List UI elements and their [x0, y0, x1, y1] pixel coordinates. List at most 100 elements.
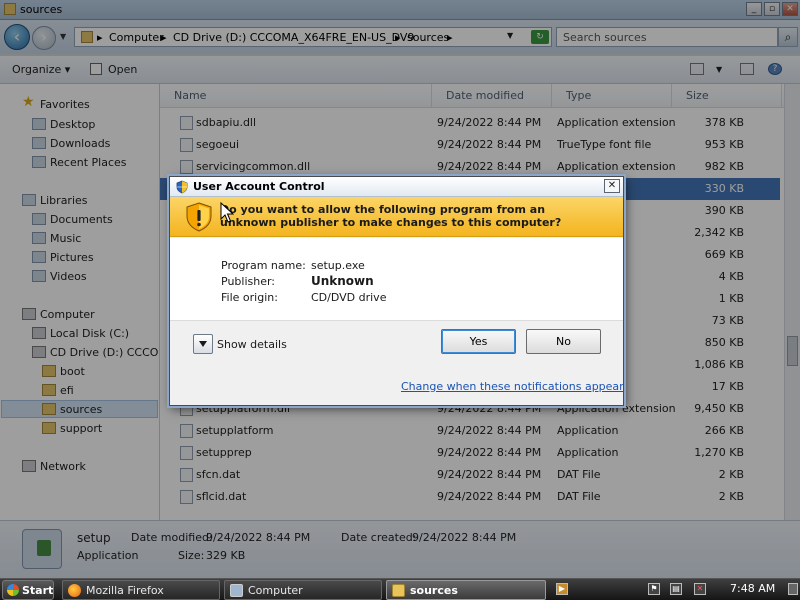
start-label: Start — [22, 584, 54, 597]
file-size: 1,086 KB — [694, 358, 744, 371]
file-row[interactable]: sflcid.dat 9/24/2022 8:44 PM DAT File 2 KB — [160, 486, 780, 508]
folder-icon — [42, 403, 56, 415]
address-dropdown-icon[interactable]: ▼ — [507, 31, 513, 40]
view-dropdown-icon[interactable]: ▼ — [716, 65, 722, 74]
nav-item-sources[interactable]: sources — [60, 403, 102, 416]
breadcrumb-cd-drive[interactable]: CD Drive (D:) CCCOMA_X64FRE_EN-US_DV9 — [173, 31, 414, 44]
scrollbar-thumb[interactable] — [787, 336, 798, 366]
preview-pane-icon[interactable] — [740, 63, 754, 75]
nav-item-documents[interactable]: Documents — [50, 213, 113, 226]
nav-item-videos[interactable]: Videos — [50, 270, 87, 283]
file-row[interactable]: setupprep 9/24/2022 8:44 PM Application 1,2… — [160, 442, 780, 464]
file-date: 9/24/2022 8:44 PM — [437, 160, 542, 173]
volume-muted-icon[interactable]: ✕ — [694, 583, 706, 595]
address-bar[interactable]: ▸ Computer ▸ CD Drive (D:) CCCOMA_X64FRE… — [74, 27, 552, 47]
help-icon[interactable]: ? — [768, 63, 782, 75]
breadcrumb-separator[interactable]: ▸ — [395, 31, 401, 44]
file-size: 330 KB — [704, 182, 744, 195]
show-details-label[interactable]: Show details — [217, 338, 287, 351]
file-size: 850 KB — [704, 336, 744, 349]
breadcrumb-separator[interactable]: ▸ — [97, 31, 103, 44]
search-icon[interactable]: ⌕ — [778, 27, 798, 47]
file-date: 9/24/2022 8:44 PM — [437, 446, 542, 459]
view-options-icon[interactable] — [690, 63, 704, 75]
taskbar-clock[interactable]: 7:48 AM — [730, 582, 775, 595]
action-center-icon[interactable]: ⚑ — [648, 583, 660, 595]
maximize-button[interactable]: ▫ — [764, 2, 780, 16]
file-row[interactable]: servicingcommon.dll 9/24/2022 8:44 PM Appl… — [160, 156, 780, 178]
file-name: setupplatform — [196, 424, 274, 437]
taskbar-item-firefox[interactable]: Mozilla Firefox — [62, 580, 220, 600]
column-name[interactable]: Name — [160, 84, 432, 108]
forward-button[interactable]: › — [32, 26, 56, 50]
search-input[interactable]: Search sources — [556, 27, 778, 47]
organize-button[interactable]: Organize ▾ — [12, 63, 70, 76]
column-date-modified[interactable]: Date modified — [432, 84, 552, 108]
taskbar-item-sources[interactable]: sources — [386, 580, 546, 600]
file-type: Application extension — [557, 160, 676, 173]
column-size[interactable]: Size — [672, 84, 782, 108]
file-icon — [180, 138, 193, 152]
change-notifications-link[interactable]: Change when these notifications appear — [401, 380, 624, 393]
documents-icon — [32, 213, 46, 225]
star-icon: ★ — [22, 94, 35, 110]
folder-icon — [42, 384, 56, 396]
show-details-chevron-icon[interactable] — [193, 334, 213, 354]
uac-dialog: User Account Control ✕ Do you want to al… — [169, 176, 624, 406]
uac-close-button[interactable]: ✕ — [604, 179, 620, 193]
nav-favorites[interactable]: Favorites — [40, 98, 90, 111]
publisher-value: Unknown — [311, 274, 374, 288]
close-button[interactable]: ✕ — [782, 2, 798, 16]
media-player-icon[interactable]: ▶ — [556, 583, 568, 595]
file-size: 378 KB — [704, 116, 744, 129]
file-icon — [180, 424, 193, 438]
recent-pages-dropdown[interactable]: ▼ — [60, 32, 66, 41]
file-row[interactable]: setupplatform 9/24/2022 8:44 PM Applicatio… — [160, 420, 780, 442]
nav-item-desktop[interactable]: Desktop — [50, 118, 95, 131]
nav-item-efi[interactable]: efi — [60, 384, 74, 397]
details-date-created-label: Date created: — [341, 531, 417, 544]
nav-network[interactable]: Network — [40, 460, 86, 473]
taskbar-item-label: Mozilla Firefox — [86, 584, 164, 597]
nav-item-boot[interactable]: boot — [60, 365, 85, 378]
vertical-scrollbar[interactable] — [784, 84, 800, 520]
nav-item-local-disk[interactable]: Local Disk (C:) — [50, 327, 129, 340]
taskbar-item-computer[interactable]: Computer — [224, 580, 382, 600]
nav-item-downloads[interactable]: Downloads — [50, 137, 110, 150]
breadcrumb-separator[interactable]: ▸ — [447, 31, 453, 44]
file-date: 9/24/2022 8:44 PM — [437, 116, 542, 129]
network-tray-icon[interactable]: ▤ — [670, 583, 682, 595]
open-button[interactable]: Open — [108, 63, 137, 76]
file-row[interactable]: sfcn.dat 9/24/2022 8:44 PM DAT File 2 KB — [160, 464, 780, 486]
file-size: 4 KB — [718, 270, 744, 283]
breadcrumb-computer[interactable]: Computer — [109, 31, 164, 44]
column-type[interactable]: Type — [552, 84, 672, 108]
nav-item-pictures[interactable]: Pictures — [50, 251, 94, 264]
yes-button[interactable]: Yes — [441, 329, 516, 354]
no-button[interactable]: No — [526, 329, 601, 354]
nav-item-cd-drive[interactable]: CD Drive (D:) CCCOMA — [50, 346, 158, 359]
file-name: setupprep — [196, 446, 252, 459]
breadcrumb-sources[interactable]: sources — [407, 31, 449, 44]
back-button[interactable]: ‹ — [4, 24, 30, 50]
uac-titlebar[interactable]: User Account Control ✕ — [170, 177, 623, 197]
file-size: 17 KB — [711, 380, 744, 393]
breadcrumb-separator[interactable]: ▸ — [161, 31, 167, 44]
details-date-modified: 9/24/2022 8:44 PM — [206, 531, 311, 544]
file-date: 9/24/2022 8:44 PM — [437, 490, 542, 503]
nav-item-music[interactable]: Music — [50, 232, 81, 245]
nav-item-recent-places[interactable]: Recent Places — [50, 156, 127, 169]
window-titlebar[interactable]: sources _ ▫ ✕ — [0, 0, 800, 20]
nav-computer[interactable]: Computer — [40, 308, 95, 321]
minimize-button[interactable]: _ — [746, 2, 762, 16]
file-row[interactable]: sdbapiu.dll 9/24/2022 8:44 PM Application … — [160, 112, 780, 134]
file-row[interactable]: segoeui 9/24/2022 8:44 PM TrueType font fi… — [160, 134, 780, 156]
show-desktop-button[interactable] — [788, 583, 798, 595]
column-header-row: Name Date modified Type Size — [160, 84, 800, 108]
nav-item-support[interactable]: support — [60, 422, 102, 435]
file-size: 669 KB — [704, 248, 744, 261]
start-button[interactable]: Start — [2, 580, 54, 600]
nav-libraries[interactable]: Libraries — [40, 194, 88, 207]
refresh-icon[interactable]: ↻ — [531, 30, 549, 44]
organize-label: Organize — [12, 63, 62, 76]
